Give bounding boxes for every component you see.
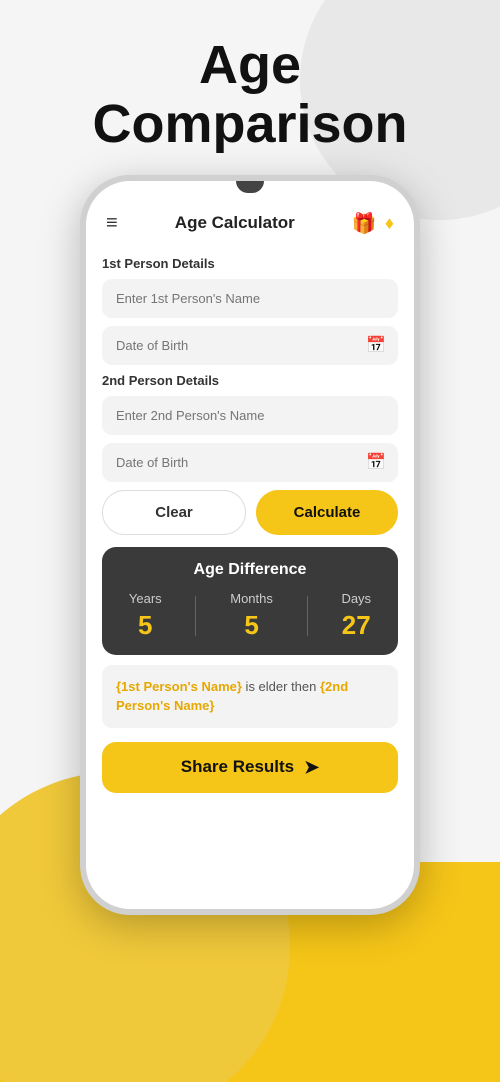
person1-section-label: 1st Person Details [102,256,398,271]
days-label: Days [341,591,371,606]
page-title: Age Comparison [0,36,500,155]
gift-icon[interactable]: 🎁 [352,211,377,236]
person2-section-label: 2nd Person Details [102,373,398,388]
person1-name-input[interactable] [102,279,398,318]
action-buttons-row: Clear Calculate [102,490,398,535]
person2-name-input[interactable] [102,396,398,435]
years-value: 5 [129,610,162,641]
result-days-col: Days 27 [341,591,371,641]
menu-icon[interactable]: ≡ [106,212,118,235]
app-header: ≡ Age Calculator 🎁 ♦ [102,201,398,250]
result-divider-1 [195,596,196,636]
person1-dob-wrapper: 📅 [102,326,398,365]
diamond-icon[interactable]: ♦ [385,213,394,234]
share-label: Share Results [181,757,294,777]
comparison-middle-text: is elder then [242,679,320,694]
comparison-text: {1st Person's Name} is elder then {2nd P… [102,665,398,728]
person2-dob-wrapper: 📅 [102,443,398,482]
phone-frame: ≡ Age Calculator 🎁 ♦ 1st Person Details … [80,175,420,915]
result-values-row: Years 5 Months 5 Days 27 [112,591,388,641]
years-label: Years [129,591,162,606]
result-title: Age Difference [112,561,388,579]
result-divider-2 [307,596,308,636]
person2-dob-input[interactable] [102,443,398,482]
phone-content: ≡ Age Calculator 🎁 ♦ 1st Person Details … [86,193,414,809]
clear-button[interactable]: Clear [102,490,246,535]
result-years-col: Years 5 [129,591,162,641]
person1-dob-input[interactable] [102,326,398,365]
result-months-col: Months 5 [230,591,273,641]
days-value: 27 [341,610,371,641]
phone-notch [236,181,264,193]
phone-screen: ≡ Age Calculator 🎁 ♦ 1st Person Details … [86,181,414,909]
header-icons: 🎁 ♦ [352,211,394,236]
months-label: Months [230,591,273,606]
phone-wrapper: ≡ Age Calculator 🎁 ♦ 1st Person Details … [0,175,500,915]
share-arrow-icon: ➤ [304,757,319,778]
app-title-label: Age Calculator [175,213,295,233]
share-results-button[interactable]: Share Results ➤ [102,742,398,793]
result-card: Age Difference Years 5 Months 5 [102,547,398,655]
title-section: Age Comparison [0,0,500,165]
calculate-button[interactable]: Calculate [256,490,398,535]
background: Age Comparison ≡ Age Calculator 🎁 ♦ [0,0,500,1082]
comparison-person1-ref: {1st Person's Name} [116,679,242,694]
months-value: 5 [230,610,273,641]
